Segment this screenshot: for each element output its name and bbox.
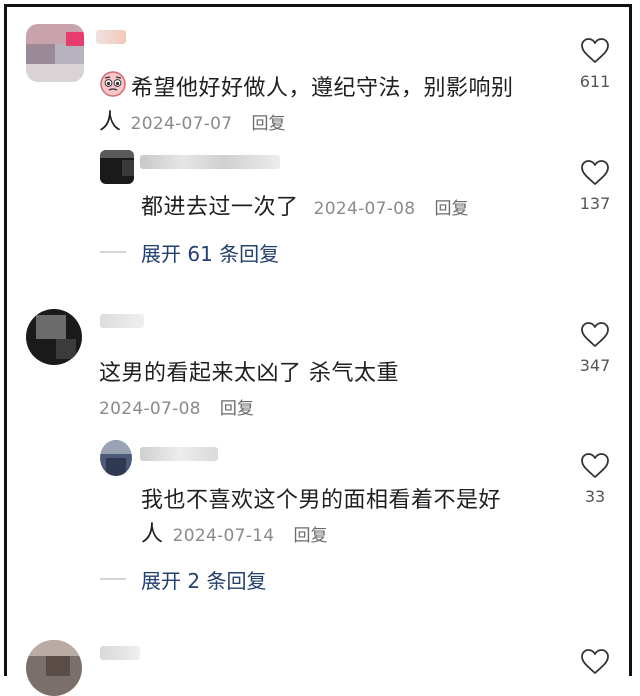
expand-replies-link[interactable]: 展开 2 条回复 [141,565,266,594]
comment-date: 2024-07-14 [172,526,275,546]
username-blurred[interactable] [96,30,126,44]
expand-divider [100,251,126,253]
like-button[interactable] [577,648,613,675]
like-button[interactable]: 347 [577,321,613,375]
like-button[interactable]: 137 [577,159,613,213]
comment-meta-row: 人 2024-07-14 回复 [141,516,328,548]
pleading-face-emoji-icon [99,70,127,98]
avatar[interactable] [100,440,132,476]
username-blurred[interactable] [140,447,218,461]
comment-text: 我也不喜欢这个男的面相看着不是好 [141,488,502,513]
expand-divider [100,578,126,580]
comment-text: 这男的看起来太凶了 杀气太重 [99,361,399,386]
like-button[interactable]: 33 [577,452,613,506]
comment-date: 2024-07-08 [313,199,416,219]
like-count: 347 [579,356,611,375]
heart-outline-icon [577,321,613,348]
comment-meta-row: 人 2024-07-07 回复 [99,104,286,136]
comment-date: 2024-07-07 [130,114,233,134]
avatar[interactable] [26,309,82,365]
heart-outline-icon [577,159,613,186]
comment-date: 2024-07-08 [99,399,201,419]
reply-button[interactable]: 回复 [252,114,286,134]
heart-outline-icon [577,37,613,64]
reply-button[interactable]: 回复 [294,526,328,546]
comment-text-continuation: 人 [99,110,122,135]
comment-text: 希望他好好做人，遵纪守法，别影响别 [131,76,514,101]
comment-meta-row: 2024-07-08 回复 [99,394,254,419]
reply-button[interactable]: 回复 [435,199,469,219]
avatar[interactable] [26,640,82,696]
comment-text: 都进去过一次了 [141,195,299,220]
heart-outline-icon [577,648,613,675]
avatar[interactable] [26,24,84,82]
avatar[interactable] [100,150,134,184]
like-count: 33 [584,487,606,506]
like-count: 137 [579,194,611,213]
username-blurred[interactable] [140,155,280,169]
comment-text-continuation: 人 [141,522,164,547]
like-button[interactable]: 611 [577,37,613,91]
expand-replies-link[interactable]: 展开 61 条回复 [141,238,279,267]
username-blurred[interactable] [100,314,144,328]
reply-content-row: 都进去过一次了 2024-07-08 回复 [141,189,469,221]
username-blurred[interactable] [100,646,140,660]
heart-outline-icon [577,452,613,479]
reply-button[interactable]: 回复 [220,399,254,419]
like-count: 611 [579,72,611,91]
